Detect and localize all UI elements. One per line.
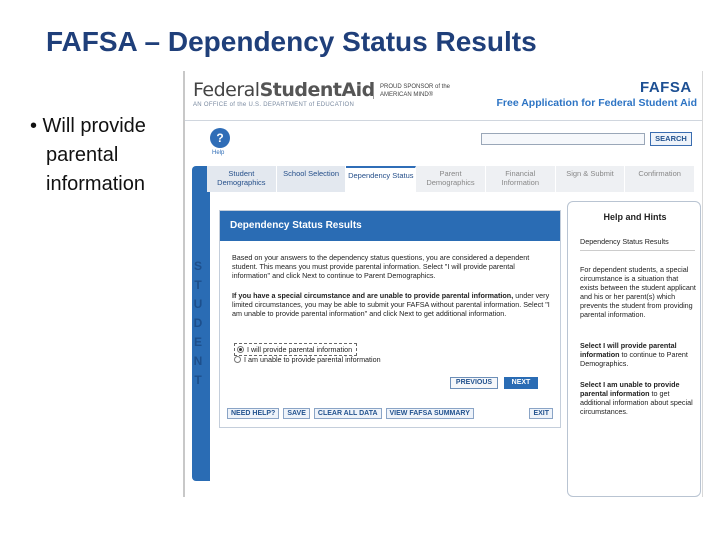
radio-button-selected[interactable] xyxy=(237,346,244,353)
page-footer-actions: NEED HELP? SAVE CLEAR ALL DATA VIEW FAFS… xyxy=(219,405,561,422)
tab-financial-information: Financial Information xyxy=(485,166,556,192)
exit-button[interactable]: EXIT xyxy=(529,408,553,419)
tab-sign-submit: Sign & Submit xyxy=(555,166,626,192)
save-button[interactable]: SAVE xyxy=(283,408,310,419)
progress-tabs: Student Demographics School Selection De… xyxy=(207,166,696,192)
federal-student-aid-logo[interactable]: FederalStudentAid xyxy=(193,79,375,101)
logo-subtitle: AN OFFICE of the U.S. DEPARTMENT of EDUC… xyxy=(193,102,355,108)
special-circumstance-text: If you have a special circumstance and a… xyxy=(232,291,552,318)
help-and-hints-panel: Help and Hints Dependency Status Results… xyxy=(567,201,701,497)
previous-button[interactable]: PREVIOUS xyxy=(450,377,498,389)
help-hint-provide: Select I will provide parental informati… xyxy=(580,341,696,368)
site-header: FederalStudentAid AN OFFICE of the U.S. … xyxy=(185,71,702,121)
panel-title: Dependency Status Results xyxy=(220,211,560,241)
bullet-text: • Will provide parental information xyxy=(30,112,180,199)
help-hint-unable: Select I am unable to provide parental i… xyxy=(580,380,696,416)
clear-all-data-button[interactable]: CLEAR ALL DATA xyxy=(313,408,382,419)
bullet-line: • Will provide xyxy=(30,115,146,137)
tab-dependency-status[interactable]: Dependency Status xyxy=(346,166,417,192)
sponsor-text: PROUD SPONSOR of the AMERICAN MIND® xyxy=(373,83,463,99)
fafsa-screenshot: FederalStudentAid AN OFFICE of the U.S. … xyxy=(183,71,703,497)
vertical-letter: S xyxy=(193,259,202,273)
option-label: I am unable to provide parental informat… xyxy=(244,355,381,364)
bullet-line: information xyxy=(46,173,145,195)
vertical-letter: T xyxy=(194,373,202,387)
vertical-letter: D xyxy=(193,316,203,330)
tab-student-demographics[interactable]: Student Demographics xyxy=(207,166,277,192)
special-circumstance-bold: If you have a special circumstance and a… xyxy=(232,291,514,300)
need-help-button[interactable]: NEED HELP? xyxy=(227,408,280,419)
help-icon[interactable]: ? xyxy=(210,128,230,148)
vertical-letter: N xyxy=(193,354,203,368)
bullet-line: parental xyxy=(46,144,119,166)
vertical-letter: U xyxy=(193,297,203,311)
student-vertical-label: S T U D E N T xyxy=(191,257,205,390)
help-hint-definition: For dependent students, a special circum… xyxy=(580,265,696,319)
radio-button[interactable] xyxy=(234,356,241,363)
logo-federal-text: Federal xyxy=(193,79,260,101)
help-panel-subtitle: Dependency Status Results xyxy=(580,237,695,251)
tab-parent-demographics: Parent Demographics xyxy=(416,166,486,192)
vertical-letter: E xyxy=(193,335,202,349)
search-input[interactable] xyxy=(481,133,645,145)
slide-title: FAFSA – Dependency Status Results xyxy=(46,26,537,57)
logo-student-aid-text: StudentAid xyxy=(259,79,376,101)
help-label[interactable]: Help xyxy=(212,150,224,156)
next-button[interactable]: NEXT xyxy=(504,377,538,389)
search-button[interactable]: SEARCH xyxy=(650,132,692,146)
fafsa-full-name: Free Application for Federal Student Aid xyxy=(496,97,698,109)
tab-school-selection[interactable]: School Selection xyxy=(276,166,347,192)
help-panel-title: Help and Hints xyxy=(603,212,667,222)
fafsa-logo: FAFSA xyxy=(640,79,692,96)
option-label: I will provide parental information xyxy=(247,345,353,354)
tab-confirmation: Confirmation xyxy=(625,166,696,192)
vertical-letter: T xyxy=(194,278,202,292)
dependency-explanation: Based on your answers to the dependency … xyxy=(232,253,530,280)
option-unable-parental-info[interactable]: I am unable to provide parental informat… xyxy=(234,355,381,364)
dependency-results-panel: Dependency Status Results Based on your … xyxy=(219,210,561,428)
view-fafsa-summary-button[interactable]: VIEW FAFSA SUMMARY xyxy=(385,408,474,419)
